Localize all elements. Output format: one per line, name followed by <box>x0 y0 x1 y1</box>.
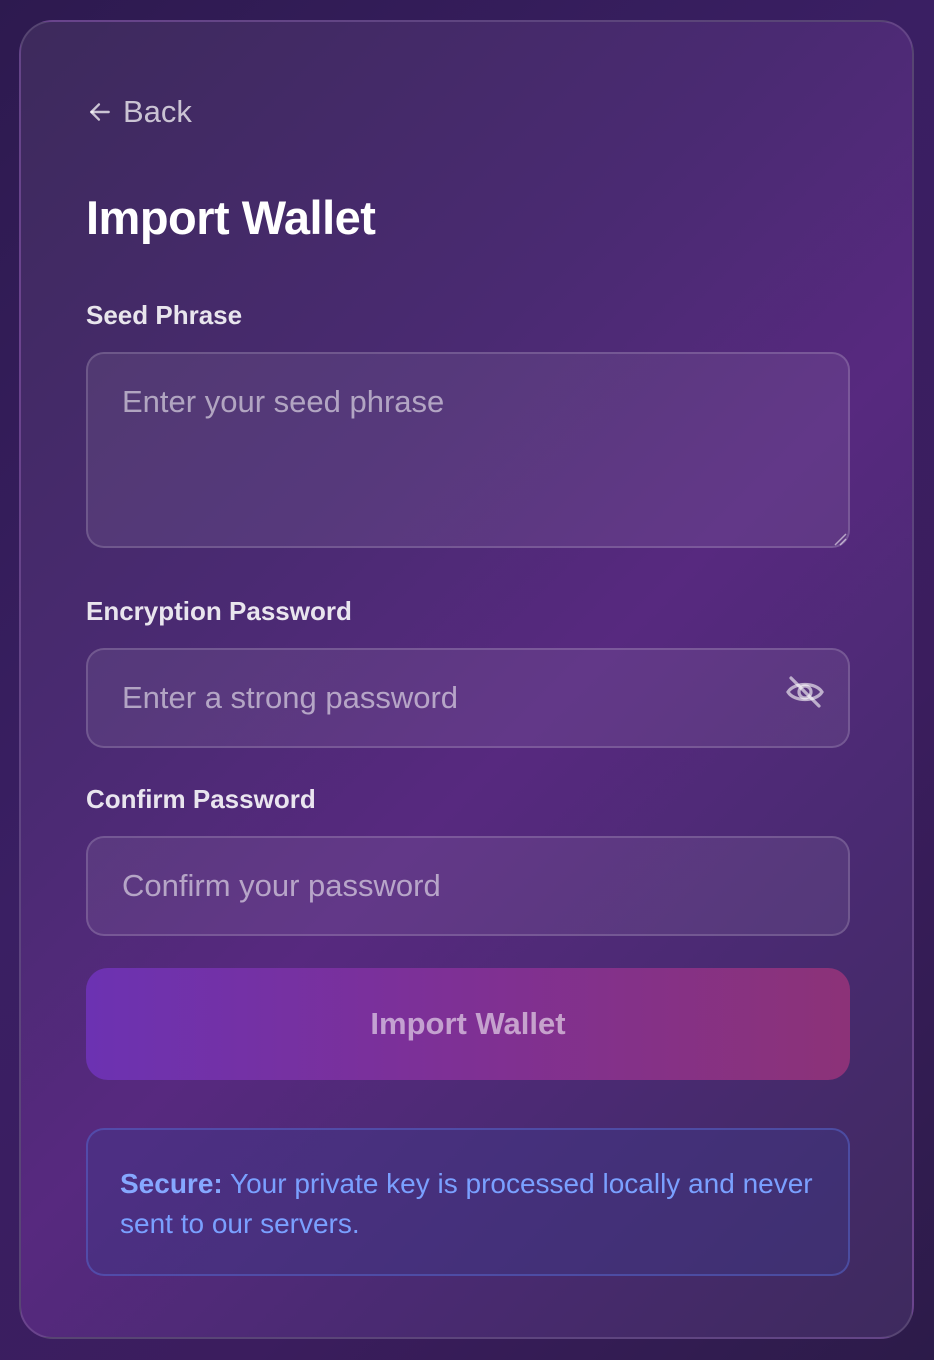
resize-grip-icon[interactable] <box>833 532 847 546</box>
arrow-left-icon <box>90 103 110 121</box>
import-wallet-button[interactable]: Import Wallet <box>86 968 850 1080</box>
page-title: Import Wallet <box>86 191 376 244</box>
notice-emphasis: Secure: <box>120 1168 223 1199</box>
seed-phrase-label: Seed Phrase <box>86 300 243 330</box>
back-link[interactable]: Back <box>87 94 192 130</box>
back-label: Back <box>123 94 192 129</box>
notice-text: Your private key is processed locally an… <box>120 1168 813 1239</box>
seed-phrase-input[interactable] <box>86 352 850 548</box>
encryption-password-label: Encryption Password <box>86 596 352 626</box>
confirm-password-input[interactable] <box>86 836 850 936</box>
confirm-password-label: Confirm Password <box>86 784 316 814</box>
security-notice: Secure: Your private key is processed lo… <box>86 1128 850 1276</box>
encryption-password-input[interactable] <box>86 648 850 748</box>
import-wallet-card: Back Import Wallet Seed Phrase Encryptio… <box>19 20 914 1339</box>
eye-slash-icon[interactable] <box>785 674 825 710</box>
